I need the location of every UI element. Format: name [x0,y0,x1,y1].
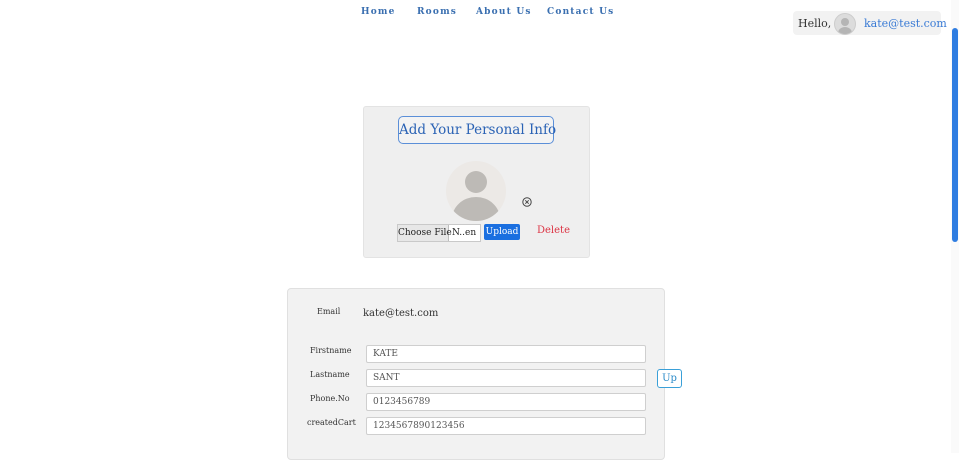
circle-x-icon[interactable] [522,192,532,207]
selected-file-name: N..en [452,228,477,238]
delete-photo-button[interactable]: Delete [537,225,570,236]
nav-rooms[interactable]: Rooms [417,7,457,17]
phone-field[interactable]: 0123456789 [366,393,646,411]
personal-info-title: Add Your Personal Info [398,116,556,144]
upload-button[interactable]: Upload [484,224,520,240]
details-form: Email kate@test.com Firstname KATE Lastn… [287,288,665,460]
email-value: kate@test.com [363,308,439,319]
personal-info-card: Add Your Personal Info Choose File N..en… [363,106,590,258]
lastname-label: Lastname [310,370,350,379]
created-cart-field[interactable]: 1234567890123456 [366,417,646,435]
firstname-label: Firstname [310,346,352,355]
firstname-field[interactable]: KATE [366,345,646,363]
user-email-link[interactable]: kate@test.com [864,17,947,30]
update-button[interactable]: Up [657,369,682,388]
user-menu[interactable]: Hello, kate@test.com [793,11,947,35]
nav-contact-us[interactable]: Contact Us [547,7,614,17]
nav-about-us[interactable]: About Us [476,7,532,17]
choose-file-button[interactable]: Choose File [398,225,452,241]
scrollbar[interactable] [951,0,959,453]
lastname-field[interactable]: SANT [366,369,646,387]
greeting-text: Hello, [798,17,832,30]
phone-label: Phone.No [310,394,350,403]
user-avatar-icon [834,13,856,35]
default-person-icon [446,161,506,221]
scrollbar-thumb[interactable] [952,28,958,242]
created-cart-label: createdCart [307,418,356,427]
email-label: Email [317,307,341,316]
nav-home[interactable]: Home [361,7,396,17]
file-input[interactable]: Choose File N..en [397,224,481,242]
